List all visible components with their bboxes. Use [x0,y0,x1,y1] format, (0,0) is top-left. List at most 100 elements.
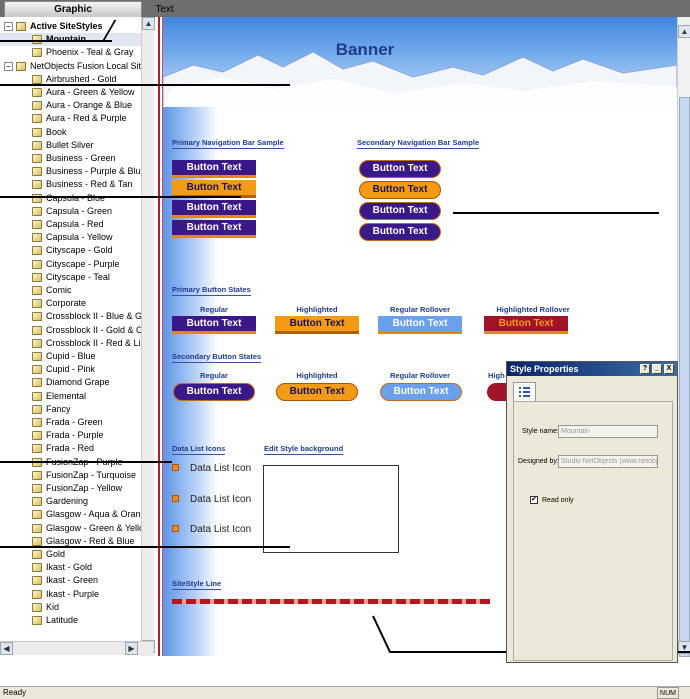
tree-item[interactable]: Capsula - Red [0,218,141,231]
help-button[interactable]: ? [640,364,650,374]
secondary-state-highlighted-button[interactable]: Button Text [276,383,358,401]
primary-state-highlighted-rollover-button[interactable]: Button Text [484,316,568,334]
properties-panel [513,401,673,661]
primary-state-highlighted-button[interactable]: Button Text [275,316,359,334]
tree-item[interactable]: Aura - Orange & Blue [0,99,141,112]
tree-item[interactable]: Capsula - Blue [0,192,141,205]
tree-item[interactable]: Gardening [0,495,141,508]
primary-nav-button[interactable]: Button Text [172,160,256,178]
edit-style-background-box[interactable] [263,465,399,553]
tree-item[interactable]: Latitude [0,614,141,627]
tree-item[interactable]: Capsula - Yellow [0,231,141,244]
tree-item[interactable]: Bullet Silver [0,139,141,152]
tree-item[interactable]: Book [0,126,141,139]
primary-nav-button[interactable]: Button Text [172,220,256,238]
scroll-up-icon[interactable]: ▲ [142,17,155,30]
tree-item[interactable]: Business - Green [0,152,141,165]
tree-item[interactable]: Phoenix - Teal & Gray [0,46,141,59]
tree-item[interactable]: Frada - Red [0,442,141,455]
style-icon [32,206,42,216]
tree-item[interactable]: Crossblock II - Blue & Green [0,310,153,323]
tree-item[interactable]: Kid [0,601,141,614]
tab-text[interactable]: Text [142,1,187,17]
style-icon [32,140,42,150]
secondary-nav-button[interactable]: Button Text [359,223,441,241]
tree-item[interactable]: Ikast - Gold [0,561,141,574]
tree-item-label: FusionZap - Yellow [46,483,123,493]
preview-vertical-scrollbar[interactable]: ▲ ▼ [677,17,690,657]
tree-item-label: NetObjects Fusion Local SiteSty [30,60,153,71]
data-list-label: Data List Icon [190,463,252,474]
tree-item[interactable]: Glasgow - Aqua & Orange [0,508,151,521]
secondary-state-regular-button[interactable]: Button Text [173,383,255,401]
tree-item[interactable]: Frada - Green [0,416,141,429]
tree-item[interactable]: Glasgow - Green & Yellow [0,522,151,535]
tree-item[interactable]: Aura - Red & Purple [0,112,141,125]
tab-graphic[interactable]: Graphic [4,1,142,17]
read-only-checkbox[interactable]: ✔ [530,496,538,504]
close-button[interactable]: X [664,364,674,374]
scroll-left-icon[interactable]: ◀ [0,642,13,655]
tree-item[interactable]: Cityscape - Gold [0,244,141,257]
primary-nav-button[interactable]: Button Text [172,200,256,218]
style-icon [32,470,42,480]
tree-item[interactable]: Frada - Purple [0,429,141,442]
primary-state-rollover-button[interactable]: Button Text [378,316,462,334]
tree-item[interactable]: Cupid - Blue [0,350,141,363]
tree-horizontal-scrollbar[interactable]: ◀ ▶ [0,641,153,655]
tree-item[interactable]: FusionZap - Yellow [0,482,141,495]
style-icon [32,259,42,269]
tree-item[interactable]: Crossblock II - Red & Lilac [0,337,152,350]
tree-item[interactable]: Crossblock II - Gold & Crims [0,324,153,337]
secondary-state-rollover-button[interactable]: Button Text [380,383,462,401]
style-icon [32,167,42,177]
state-label-highlighted-rollover-truncated: High [488,371,505,380]
tree-item-label: Capsula - Yellow [46,232,113,243]
tree-item[interactable]: Corporate [0,297,141,310]
state-label-highlighted: Highlighted [296,371,338,380]
tree-item[interactable]: Cupid - Pink [0,363,141,376]
style-icon [32,589,42,599]
tree-item[interactable]: Ikast - Green [0,574,141,587]
secondary-nav-button[interactable]: Button Text [359,202,441,220]
sitestyle-line[interactable] [172,599,490,604]
tree-vertical-scrollbar[interactable]: ▲ ▼ [141,17,155,656]
tree-item[interactable]: Aura - Green & Yellow [0,86,141,99]
tree-item[interactable]: Capsula - Green [0,205,141,218]
style-icon [32,550,42,559]
tree-item[interactable]: Cityscape - Purple [0,258,141,271]
scroll-right-icon[interactable]: ▶ [125,642,138,655]
data-list-bullet-icon [172,525,179,532]
designed-by-field[interactable]: Studio NetObjects (www.netobjects. [558,455,658,468]
style-name-field[interactable]: Mountain [558,425,658,438]
tree-item[interactable]: FusionZap - Turquoise [0,469,141,482]
scroll-thumb[interactable] [679,97,690,657]
style-icon [32,404,42,414]
secondary-nav-button[interactable]: Button Text [359,160,441,178]
primary-state-regular-button[interactable]: Button Text [172,316,256,334]
tree-item[interactable]: Gold [0,548,141,561]
tree-item[interactable]: Cityscape - Teal [0,271,141,284]
collapse-icon[interactable]: − [4,61,13,71]
tree-item[interactable]: Business - Purple & Blue [0,165,146,178]
tree-group-active[interactable]: − Active SiteStyles [0,20,141,33]
tree-item[interactable]: Comic [0,284,141,297]
properties-tab[interactable] [513,382,536,402]
tree-item[interactable]: Elemental [0,390,141,403]
secondary-state-highlighted-rollover-button[interactable] [487,383,507,401]
sitestyle-line-heading: SiteStyle Line [172,579,222,590]
scroll-up-icon[interactable]: ▲ [678,25,690,38]
style-icon [32,338,42,348]
tree-group-local[interactable]: − NetObjects Fusion Local SiteSty [0,60,153,73]
secondary-nav-button-highlighted[interactable]: Button Text [359,181,441,199]
tree-item[interactable]: Fancy [0,403,141,416]
minimize-button[interactable]: _ [652,364,662,374]
folder-icon [16,61,26,71]
tree-item[interactable]: Business - Red & Tan [0,178,141,191]
banner[interactable] [163,17,677,107]
tree-item[interactable]: Diamond Grape [0,376,141,389]
collapse-icon[interactable]: − [4,22,13,31]
tree-item-label: Phoenix - Teal & Gray [46,47,134,58]
tree-item-label: Bullet Silver [46,139,94,150]
tree-item[interactable]: Ikast - Purple [0,588,141,601]
